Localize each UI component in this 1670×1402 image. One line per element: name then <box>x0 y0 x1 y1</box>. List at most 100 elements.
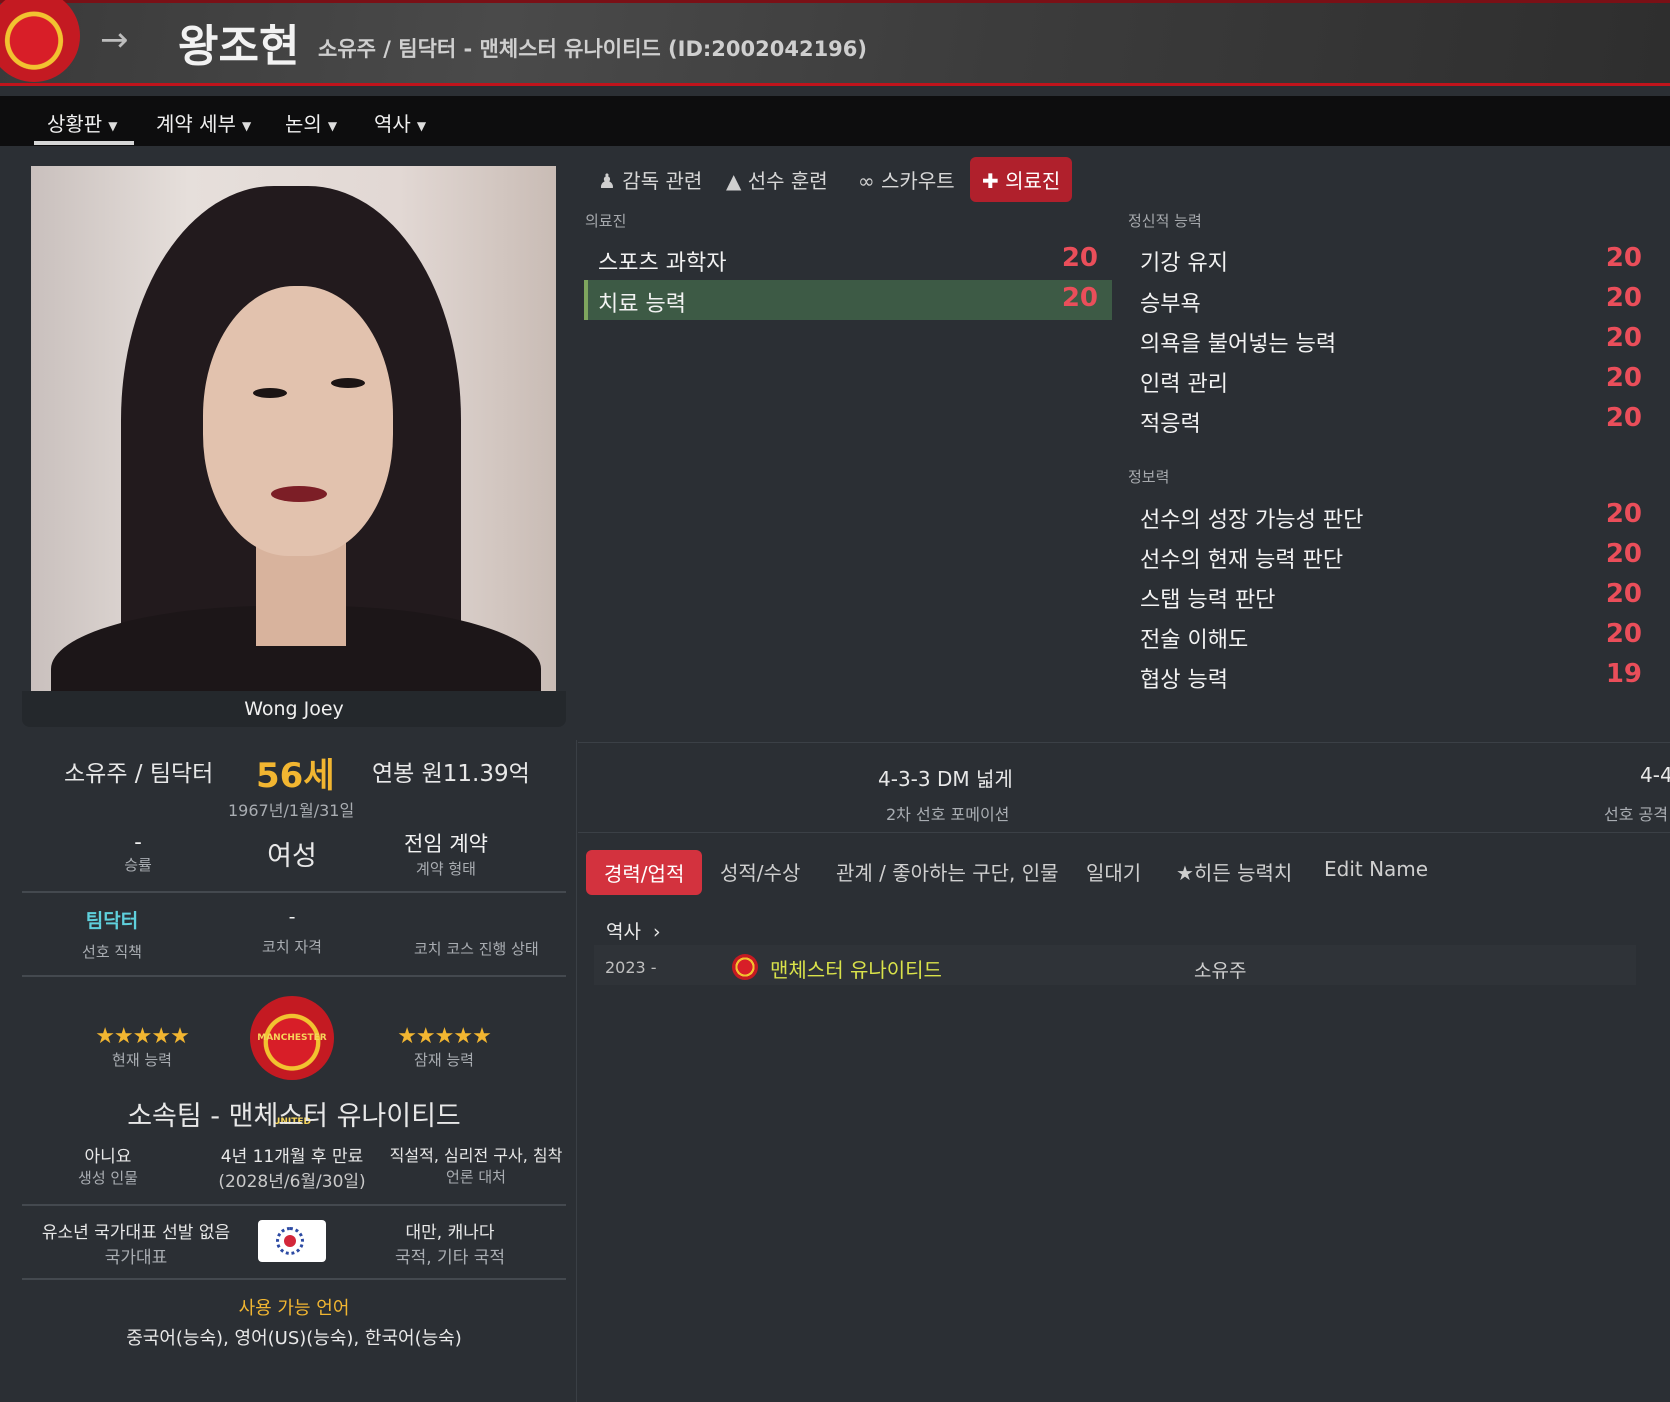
history-year: 2023 - <box>605 958 657 977</box>
attr-value: 20 <box>1605 283 1642 313</box>
tab-manager[interactable]: ♟ 감독 관련 <box>598 165 702 194</box>
cone-icon: ▲ <box>726 169 742 193</box>
arrow-right-icon[interactable]: → <box>100 20 129 60</box>
staff-age: 56세 <box>256 756 335 796</box>
photo-face <box>203 286 393 556</box>
media-handling-value: 직설적, 심리전 구사, 침착 <box>389 1146 563 1165</box>
attr-judging-staff: 스탭 능력 판단 <box>1140 588 1276 613</box>
club-crest-icon <box>732 954 758 980</box>
panel-divider <box>576 740 577 1402</box>
media-handling-label: 언론 대처 <box>446 1168 506 1186</box>
generated-label: 생성 인물 <box>78 1169 138 1187</box>
second-formation-value: 4-3-3 DM 넓게 <box>878 767 1013 791</box>
nav-item-contract[interactable]: 계약 세부 ▼ <box>156 108 251 137</box>
header-bar: → 왕조현 소유주 / 팀닥터 - 맨체스터 유나이티드 (ID:2002042… <box>0 0 1670 86</box>
nav-active-indicator <box>34 141 134 145</box>
attr-value: 20 <box>1605 539 1642 569</box>
nav-item-discuss[interactable]: 논의 ▼ <box>285 108 337 137</box>
tab-label: 의료진 <box>1005 169 1061 193</box>
coach-license: - 코치 자격 <box>242 906 342 957</box>
binoculars-icon: ∞ <box>858 169 875 193</box>
attr-man-management: 인력 관리 <box>1140 372 1228 397</box>
nav-item-history[interactable]: 역사 ▼ <box>374 108 426 137</box>
staff-salary: 연봉 원11.39억 <box>372 761 530 787</box>
section-label-knowledge: 정보력 <box>1128 468 1170 486</box>
photo-caption: Wong Joey <box>22 691 566 727</box>
win-rate: - 승률 <box>88 830 188 875</box>
tab-medical[interactable]: ✚ 의료진 <box>970 157 1073 202</box>
nav-item-label: 논의 <box>285 112 322 136</box>
media-handling: 직설적, 심리전 구사, 침착 언론 대처 <box>386 1142 566 1187</box>
tab-hidden-attributes[interactable]: ★히든 능력치 <box>1176 857 1292 886</box>
chevron-down-icon: ▼ <box>416 118 427 133</box>
star-rating-icon: ★★★★★ <box>397 1024 492 1049</box>
languages-value: 중국어(능숙), 영어(US)(능숙), 한국어(능숙) <box>126 1328 462 1349</box>
attack-style-label: 선호 공격 <box>1604 805 1668 824</box>
page-title: 왕조현 <box>178 21 300 72</box>
attack-style-value: 4-4 <box>1640 763 1670 787</box>
divider <box>22 1278 566 1280</box>
chevron-right-icon: › <box>653 921 661 943</box>
tab-label: 감독 관련 <box>622 169 703 193</box>
potential-ability-label: 잠재 능력 <box>414 1051 474 1069</box>
attr-value: 20 <box>1605 243 1642 273</box>
languages-label: 사용 가능 언어 <box>238 1298 350 1319</box>
preferred-role-label: 선호 직책 <box>82 943 142 961</box>
attr-tactical-knowledge: 전술 이해도 <box>1140 628 1249 653</box>
second-formation-label: 2차 선호 포메이션 <box>886 805 1010 824</box>
nav-item-overview[interactable]: 상황판 ▼ <box>47 108 117 137</box>
tab-player-training[interactable]: ▲ 선수 훈련 <box>726 165 828 194</box>
tab-biography[interactable]: 일대기 <box>1086 857 1141 886</box>
history-title-link[interactable]: 역사 › <box>606 917 661 944</box>
attr-motivating: 의욕을 불어넣는 능력 <box>1140 332 1337 357</box>
club-name[interactable]: 소속팀 - 맨체스터 유나이티드 <box>22 1094 566 1133</box>
current-ability-label: 현재 능력 <box>112 1051 172 1069</box>
generated-value: 아니요 <box>84 1147 132 1167</box>
contract-end: 4년 11개월 후 만료 (2028년/6월/30일) <box>202 1142 382 1192</box>
attr-determination: 승부욕 <box>1140 292 1201 317</box>
attr-value: 20 <box>1605 363 1642 393</box>
header-stripe <box>0 0 1670 3</box>
attr-value: 20 <box>1605 579 1642 609</box>
international-value: 유소년 국가대표 선발 없음 <box>41 1223 231 1243</box>
coach-course-label: 코치 코스 진행 상태 <box>414 940 539 958</box>
attr-value: 20 <box>1605 323 1642 353</box>
tab-career[interactable]: 경력/업적 <box>586 850 703 895</box>
history-title: 역사 <box>606 921 641 943</box>
contract-end-date: (2028년/6월/30일) <box>218 1172 366 1192</box>
tab-records[interactable]: 성적/수상 <box>720 857 800 886</box>
attr-value: 20 <box>1605 499 1642 529</box>
section-label-mental: 정신적 능력 <box>1128 212 1202 230</box>
nav-item-label: 역사 <box>374 112 411 136</box>
coach-license-label: 코치 자격 <box>262 938 322 956</box>
attr-physiotherapy: 치료 능력 <box>598 292 686 317</box>
chevron-down-icon: ▼ <box>241 118 252 133</box>
flag-emblem-center <box>284 1235 296 1247</box>
club-crest-icon[interactable]: MANCHESTER UNITED <box>250 996 334 1127</box>
club-crest-icon[interactable] <box>0 0 80 82</box>
tab-edit-name[interactable]: Edit Name <box>1324 857 1428 881</box>
attr-adaptability: 적응력 <box>1140 412 1201 437</box>
preferred-role: 팀닥터 선호 직책 <box>62 906 162 962</box>
tab-label: 스카우트 <box>881 169 955 193</box>
preferred-role-value: 팀닥터 <box>85 910 139 932</box>
attr-value: 20 <box>1605 403 1642 433</box>
chevron-down-icon: ▼ <box>327 118 338 133</box>
contract-type-value: 전임 계약 <box>404 832 488 856</box>
history-role: 소유주 <box>1194 960 1247 982</box>
nationality-label: 국적, 기타 국적 <box>394 1248 506 1268</box>
staff-role: 소유주 / 팀닥터 <box>64 761 214 787</box>
page-subtitle: 소유주 / 팀닥터 - 맨체스터 유나이티드 (ID:2002042196) <box>318 37 868 61</box>
history-club[interactable]: 맨체스터 유나이티드 <box>770 954 942 983</box>
attr-value: 20 <box>1061 243 1098 273</box>
contract-type: 전임 계약 계약 형태 <box>386 828 506 879</box>
tab-scout[interactable]: ∞ 스카우트 <box>858 165 955 194</box>
person-icon: ♟ <box>598 169 616 193</box>
attr-value: 19 <box>1605 659 1642 689</box>
tab-relations[interactable]: 관계 / 좋아하는 구단, 인물 <box>836 857 1059 886</box>
photo-eye <box>253 388 287 398</box>
generated-person: 아니요 생성 인물 <box>58 1142 158 1188</box>
attr-judging-potential: 선수의 성장 가능성 판단 <box>1140 508 1364 533</box>
top-nav: 상황판 ▼ 계약 세부 ▼ 논의 ▼ 역사 ▼ <box>0 96 1670 146</box>
attr-judging-ability: 선수의 현재 능력 판단 <box>1140 548 1344 573</box>
